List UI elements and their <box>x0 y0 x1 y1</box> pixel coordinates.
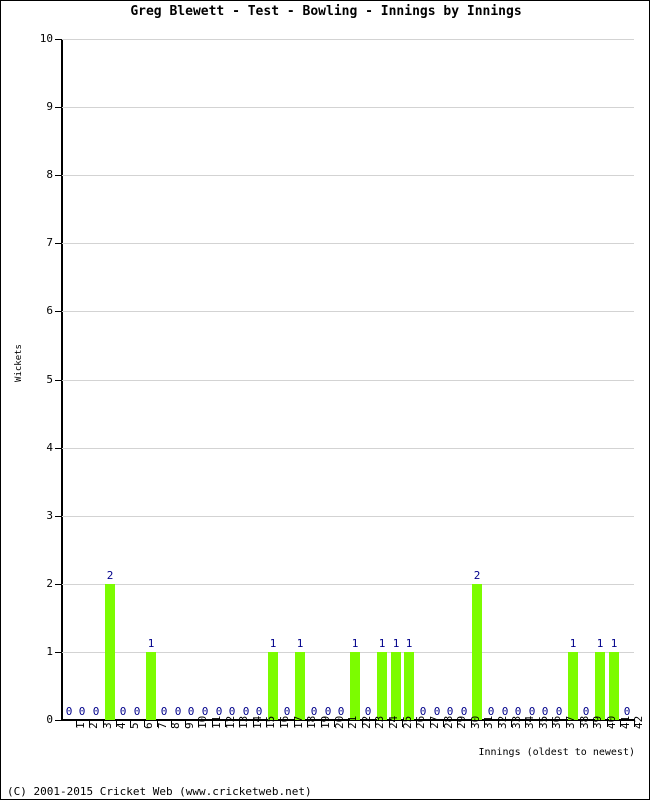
chart-page: Greg Blewett - Test - Bowling - Innings … <box>0 0 650 800</box>
x-tick-label: 12 <box>224 715 237 729</box>
y-tick-mark <box>55 39 62 40</box>
x-tick-label: 40 <box>605 715 618 729</box>
x-tick-label: 22 <box>360 715 373 729</box>
bar-value-label: 2 <box>106 569 114 582</box>
y-tick-mark <box>55 584 62 585</box>
y-tick-label: 6 <box>46 304 53 317</box>
x-tick-label: 18 <box>305 715 318 729</box>
x-tick-label: 38 <box>578 715 591 729</box>
x-tick-label: 1 <box>74 722 87 729</box>
x-tick-label: 25 <box>401 715 414 729</box>
bar <box>472 584 482 720</box>
y-tick-label: 3 <box>46 509 53 522</box>
bar <box>595 652 605 720</box>
gridline <box>62 584 634 585</box>
x-tick-label: 36 <box>550 715 563 729</box>
x-tick-label: 29 <box>455 715 468 729</box>
x-tick-label: 17 <box>292 715 305 729</box>
x-tick-label: 26 <box>414 715 427 729</box>
gridline <box>62 448 634 449</box>
gridline <box>62 107 634 108</box>
bar-value-label: 1 <box>296 637 304 650</box>
y-tick-label: 0 <box>46 713 53 726</box>
x-tick-label: 4 <box>115 722 128 729</box>
x-tick-label: 42 <box>632 715 645 729</box>
gridline <box>62 380 634 381</box>
y-tick-mark <box>55 243 62 244</box>
x-tick-label: 11 <box>210 715 223 729</box>
x-tick-label: 33 <box>510 715 523 729</box>
x-tick-label: 30 <box>469 715 482 729</box>
x-tick-label: 5 <box>128 722 141 729</box>
page-title: Greg Blewett - Test - Bowling - Innings … <box>130 4 522 19</box>
bar-value-label: 1 <box>610 637 618 650</box>
y-tick-mark <box>55 380 62 381</box>
x-tick-label: 31 <box>482 715 495 729</box>
x-tick-label: 9 <box>183 722 196 729</box>
x-tick-label: 15 <box>264 715 277 729</box>
x-tick-label: 16 <box>278 715 291 729</box>
y-tick-mark <box>55 175 62 176</box>
y-tick-label: 8 <box>46 168 53 181</box>
y-tick-label: 10 <box>39 32 53 45</box>
y-tick-label: 4 <box>46 441 53 454</box>
y-tick-mark <box>55 652 62 653</box>
x-tick-label: 3 <box>101 722 114 729</box>
x-tick-label: 41 <box>619 715 632 729</box>
y-axis-title: Wickets <box>14 344 24 382</box>
gridline <box>62 39 634 40</box>
y-tick-label: 9 <box>46 100 53 113</box>
y-tick-mark <box>55 311 62 312</box>
y-tick-mark <box>55 107 62 108</box>
x-tick-label: 27 <box>428 715 441 729</box>
x-tick-label: 6 <box>142 722 155 729</box>
plot-area: 0002001000000001010001011100002000000101… <box>62 39 634 720</box>
x-tick-label: 7 <box>156 722 169 729</box>
bar <box>377 652 387 720</box>
gridline <box>62 311 634 312</box>
x-tick-label: 10 <box>196 715 209 729</box>
y-tick-mark <box>55 516 62 517</box>
y-tick-label: 7 <box>46 236 53 249</box>
x-tick-label: 39 <box>591 715 604 729</box>
x-tick-label: 34 <box>523 715 536 729</box>
x-tick-label: 14 <box>251 715 264 729</box>
x-tick-label: 32 <box>496 715 509 729</box>
gridline <box>62 175 634 176</box>
x-tick-label: 23 <box>373 715 386 729</box>
gridline <box>62 516 634 517</box>
y-tick-mark <box>55 720 62 721</box>
y-tick-label: 2 <box>46 577 53 590</box>
footer-copyright: (C) 2001-2015 Cricket Web (www.cricketwe… <box>7 785 312 798</box>
gridline <box>62 243 634 244</box>
bar-value-label: 1 <box>405 637 413 650</box>
bar-value-label: 2 <box>473 569 481 582</box>
y-tick-label: 5 <box>46 373 53 386</box>
x-tick-label: 37 <box>564 715 577 729</box>
x-tick-label: 13 <box>237 715 250 729</box>
bar <box>391 652 401 720</box>
x-axis-title: Innings (oldest to newest) <box>478 747 635 758</box>
x-tick-label: 35 <box>537 715 550 729</box>
bar <box>105 584 115 720</box>
x-tick-label: 21 <box>346 715 359 729</box>
y-tick-label: 1 <box>46 645 53 658</box>
x-tick-label: 24 <box>387 715 400 729</box>
x-tick-label: 20 <box>333 715 346 729</box>
x-tick-label: 19 <box>319 715 332 729</box>
y-tick-mark <box>55 448 62 449</box>
x-tick-label: 8 <box>169 722 182 729</box>
x-tick-label: 28 <box>442 715 455 729</box>
x-tick-label: 2 <box>87 722 100 729</box>
bar-value-label: 1 <box>147 637 155 650</box>
